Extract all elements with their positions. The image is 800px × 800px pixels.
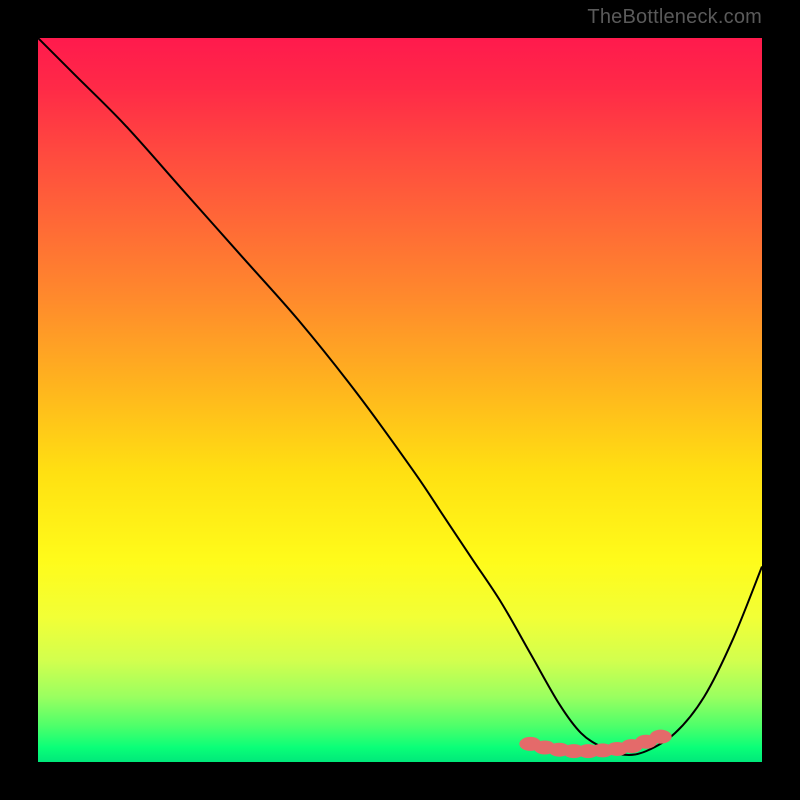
curve-marker (650, 730, 672, 744)
bottleneck-curve (38, 38, 762, 755)
attribution-label: TheBottleneck.com (587, 6, 762, 29)
curve-layer (38, 38, 762, 762)
chart-frame: TheBottleneck.com (0, 0, 800, 800)
plot-area (38, 38, 762, 762)
